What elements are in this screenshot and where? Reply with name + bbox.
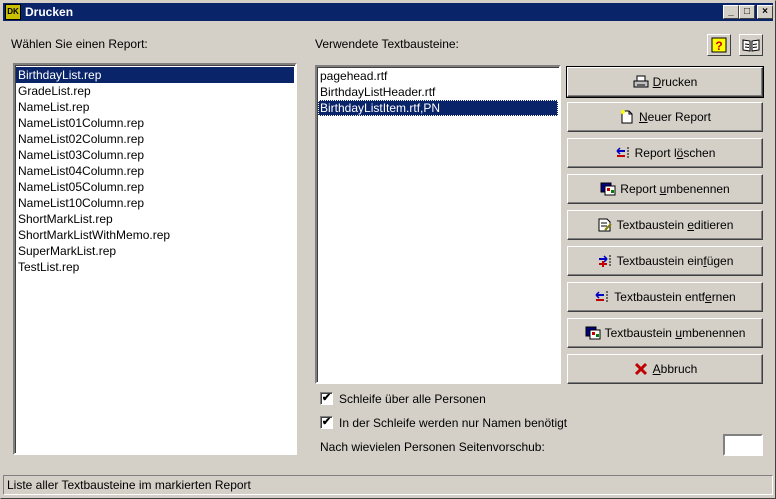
- book-icon: [742, 39, 760, 52]
- textblock-list-label: Verwendete Textbausteine:: [315, 37, 459, 51]
- loop-all-persons-label: Schleife über alle Personen: [339, 392, 486, 406]
- delete-report-button[interactable]: Report löschen: [567, 138, 763, 168]
- list-item[interactable]: GradeList.rep: [16, 83, 294, 99]
- delete-report-button-label: Report löschen: [634, 146, 716, 160]
- rename-report-button-label: Report umbenennen: [620, 182, 730, 196]
- rename-textblock-button[interactable]: Textbaustein umbenennen: [567, 318, 763, 348]
- window-title: Drucken: [25, 5, 74, 19]
- list-item[interactable]: NameList04Column.rep: [16, 163, 294, 179]
- rename-textblock-button-label: Textbaustein umbenennen: [604, 326, 746, 340]
- help-button[interactable]: ?: [707, 34, 731, 56]
- new-document-icon: [619, 110, 635, 124]
- list-item[interactable]: NameList02Column.rep: [16, 131, 294, 147]
- page-break-input[interactable]: [723, 434, 763, 456]
- cancel-button-label: Abbruch: [652, 362, 698, 376]
- page-break-label: Nach wievielen Personen Seitenvorschub:: [320, 440, 545, 454]
- list-item[interactable]: BirthdayListItem.rtf,PN: [318, 100, 558, 116]
- insert-textblock-button[interactable]: Textbaustein einfügen: [567, 246, 763, 276]
- names-only-checkbox[interactable]: ✔: [320, 416, 333, 429]
- print-button[interactable]: Drucken: [566, 66, 764, 98]
- cancel-x-icon: [633, 362, 649, 376]
- help-icon: ?: [711, 37, 727, 53]
- cancel-button[interactable]: Abbruch: [567, 354, 763, 384]
- list-item[interactable]: BirthdayListHeader.rtf: [318, 84, 558, 100]
- edit-textblock-button[interactable]: Textbaustein editieren: [567, 210, 763, 240]
- insert-textblock-button-label: Textbaustein einfügen: [616, 254, 734, 268]
- title-bar[interactable]: DK Drucken _ □ ×: [3, 3, 773, 21]
- app-icon[interactable]: DK: [5, 4, 21, 20]
- report-list-label: Wählen Sie einen Report:: [11, 37, 148, 51]
- list-item[interactable]: NameList05Column.rep: [16, 179, 294, 195]
- maximize-button[interactable]: □: [739, 5, 755, 19]
- list-item[interactable]: BirthdayList.rep: [16, 67, 294, 83]
- textblock-list[interactable]: pagehead.rtf BirthdayListHeader.rtf Birthd…: [315, 65, 561, 384]
- report-list[interactable]: BirthdayList.rep GradeList.rep NameList.re…: [13, 63, 297, 455]
- delete-icon: [615, 146, 631, 160]
- list-item[interactable]: NameList10Column.rep: [16, 195, 294, 211]
- printer-icon: [633, 75, 649, 89]
- list-item[interactable]: SuperMarkList.rep: [16, 243, 294, 259]
- list-item[interactable]: TestList.rep: [16, 259, 294, 275]
- list-item[interactable]: NameList03Column.rep: [16, 147, 294, 163]
- print-button-label: Drucken: [652, 75, 698, 89]
- status-bar: Liste aller Textbausteine im markierten …: [3, 475, 773, 495]
- minimize-button[interactable]: _: [723, 5, 739, 19]
- close-button[interactable]: ×: [757, 5, 773, 19]
- loop-all-persons-checkbox[interactable]: ✔: [320, 392, 333, 405]
- new-report-button-label: Neuer Report: [638, 110, 712, 124]
- new-report-button[interactable]: Neuer Report: [567, 102, 763, 132]
- edit-document-icon: [597, 218, 613, 232]
- remove-textblock-button[interactable]: Textbaustein entfernen: [567, 282, 763, 312]
- edit-textblock-button-label: Textbaustein editieren: [616, 218, 734, 232]
- list-item[interactable]: NameList01Column.rep: [16, 115, 294, 131]
- status-text: Liste aller Textbausteine im markierten …: [7, 478, 251, 492]
- list-item[interactable]: ShortMarkList.rep: [16, 211, 294, 227]
- rename-icon: [585, 326, 601, 340]
- svg-text:?: ?: [715, 39, 722, 53]
- print-dialog-window: DK Drucken _ □ × Wählen Sie einen Report…: [0, 0, 776, 499]
- list-item[interactable]: NameList.rep: [16, 99, 294, 115]
- remove-icon: [594, 290, 610, 304]
- rename-icon: [600, 182, 616, 196]
- list-item[interactable]: pagehead.rtf: [318, 68, 558, 84]
- manual-button[interactable]: [739, 34, 763, 56]
- names-only-label: In der Schleife werden nur Namen benötig…: [339, 416, 568, 430]
- insert-icon: [597, 254, 613, 268]
- remove-textblock-button-label: Textbaustein entfernen: [614, 290, 736, 304]
- rename-report-button[interactable]: Report umbenennen: [567, 174, 763, 204]
- list-item[interactable]: ShortMarkListWithMemo.rep: [16, 227, 294, 243]
